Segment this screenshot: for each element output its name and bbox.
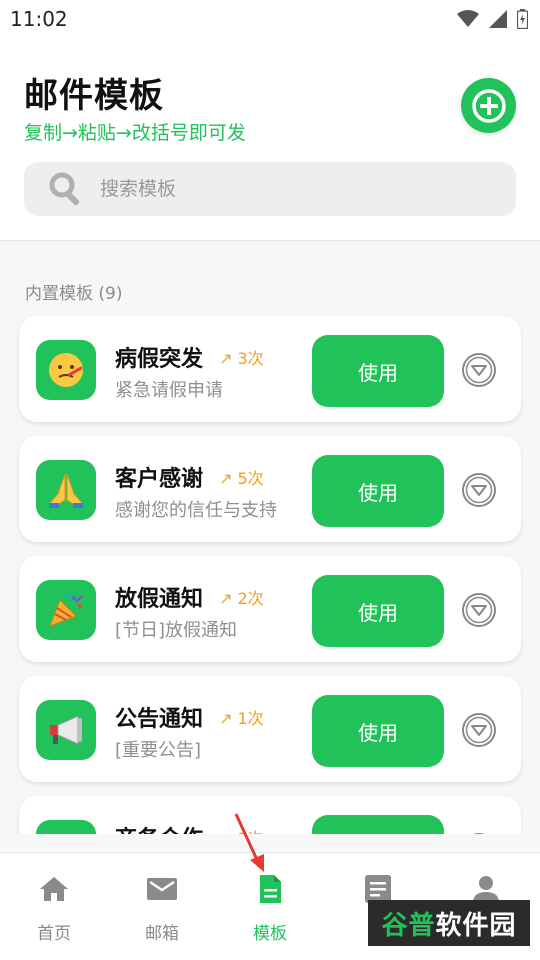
template-icon-box (36, 580, 96, 640)
watermark-accent: 谷普 (381, 910, 436, 941)
search-icon (49, 172, 80, 206)
use-button[interactable]: 使用 (312, 695, 444, 767)
chevron-down-circle-icon (473, 833, 485, 834)
status-time: 11:02 (10, 7, 68, 31)
use-button[interactable]: 使用 (312, 455, 444, 527)
template-card[interactable]: 病假突发 ↗ 3次 紧急请假申请 使用 (19, 316, 521, 422)
search-input[interactable] (100, 178, 480, 200)
sick-face-icon (49, 353, 83, 387)
status-bar: 11:02 (0, 0, 540, 38)
nav-label: 首页 (37, 924, 71, 944)
template-description: [重要公告] (115, 740, 202, 761)
expand-button[interactable] (460, 591, 498, 629)
wifi-icon (457, 10, 479, 27)
template-icon-box (36, 820, 96, 834)
template-card[interactable]: 放假通知 ↗ 2次 [节日]放假通知 使用 (19, 556, 521, 662)
use-button[interactable]: 使用 (312, 575, 444, 647)
nav-label: 模板 (253, 924, 287, 944)
template-description: 紧急请假申请 (115, 380, 223, 401)
party-popper-icon (49, 593, 83, 627)
home-icon (38, 873, 70, 905)
template-name: 放假通知 (115, 587, 204, 612)
usage-count: ↗ 1次 (219, 709, 264, 728)
expand-button[interactable] (460, 351, 498, 389)
usage-count: ↗ 5次 (219, 469, 264, 488)
megaphone-icon (50, 715, 82, 745)
watermark-text: 谷普软件园 (381, 905, 516, 942)
chevron-down-circle-icon (462, 353, 496, 387)
watermark-rest: 软件园 (435, 910, 517, 941)
template-description: [节日]放假通知 (115, 620, 238, 641)
chevron-down-circle-icon (462, 713, 496, 747)
usage-count: ↗ 2次 (219, 589, 264, 608)
template-list[interactable]: 病假突发 ↗ 3次 紧急请假申请 使用 客户感谢 ↗ 5次 感谢您的信任与支持 … (0, 314, 540, 834)
section-label: 内置模板 (9) (25, 284, 123, 304)
expand-button[interactable] (460, 831, 498, 834)
header: 邮件模板 复制→粘贴→改括号即可发 (0, 38, 540, 241)
template-icon-box (36, 340, 96, 400)
template-icon (46, 830, 86, 834)
expand-button[interactable] (460, 471, 498, 509)
template-icon-box (36, 700, 96, 760)
template-description: 感谢您的信任与支持 (115, 500, 277, 521)
status-icons (457, 9, 528, 29)
nav-mailbox[interactable]: 邮箱 (108, 853, 216, 960)
search-box[interactable] (24, 162, 516, 216)
chevron-down-circle-icon (462, 593, 496, 627)
use-button[interactable]: 使用 (312, 815, 444, 834)
signal-icon (489, 10, 507, 28)
annotation-arrow-icon (234, 813, 264, 872)
plus-circle-icon (471, 88, 506, 123)
expand-button[interactable] (460, 711, 498, 749)
template-card[interactable]: 客户感谢 ↗ 5次 感谢您的信任与支持 使用 (19, 436, 521, 542)
page-title: 邮件模板 (24, 76, 164, 116)
template-name: 病假突发 (115, 347, 204, 372)
nav-label: 邮箱 (145, 924, 179, 944)
template-card[interactable]: 公告通知 ↗ 1次 [重要公告] 使用 (19, 676, 521, 782)
nav-home[interactable]: 首页 (0, 853, 108, 960)
template-name: 公告通知 (115, 707, 204, 732)
usage-count: ↗ 3次 (219, 349, 264, 368)
template-icon-box (36, 460, 96, 520)
chevron-down-circle-icon (462, 473, 496, 507)
document-icon (254, 873, 286, 905)
add-template-button[interactable] (461, 78, 516, 133)
use-button[interactable]: 使用 (312, 335, 444, 407)
watermark-logo: 谷普软件园 (368, 900, 530, 946)
folded-hands-icon (49, 473, 83, 508)
template-name: 客户感谢 (115, 467, 204, 492)
mail-icon (146, 873, 178, 905)
battery-icon (517, 9, 528, 29)
template-name: 商务合作 (115, 821, 203, 834)
page-subtitle: 复制→粘贴→改括号即可发 (24, 122, 246, 144)
